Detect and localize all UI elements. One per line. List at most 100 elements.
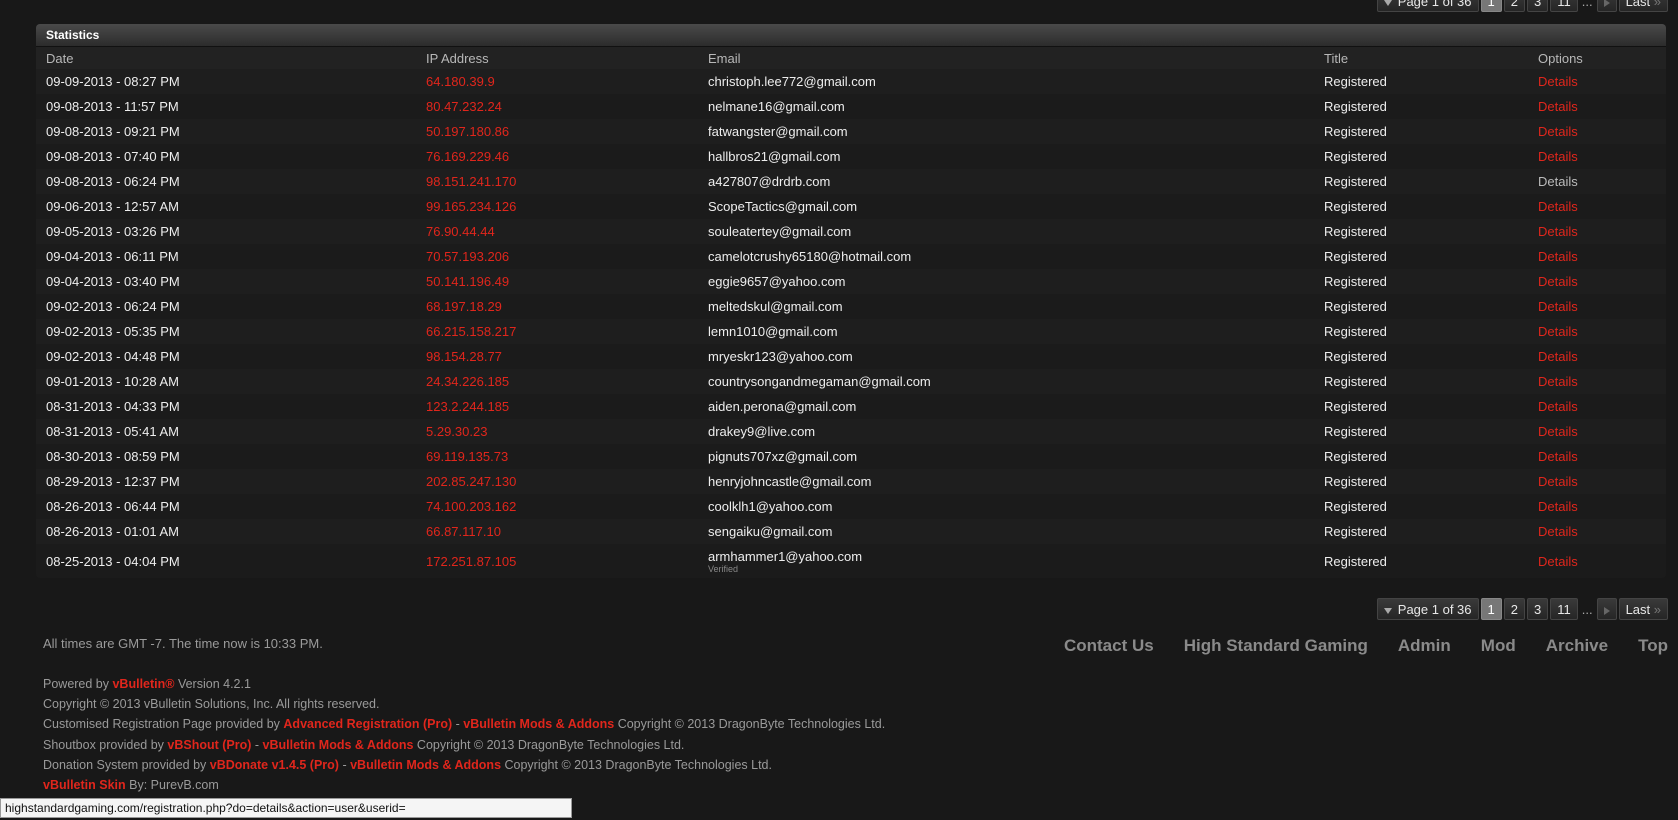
options-cell: Details xyxy=(1528,269,1666,294)
mods-addons-link[interactable]: vBulletin Mods & Addons xyxy=(463,717,614,731)
details-link[interactable]: Details xyxy=(1538,224,1578,239)
details-link[interactable]: Details xyxy=(1538,324,1578,339)
email-cell: countrysongandmegaman@gmail.com xyxy=(698,369,1314,394)
vbulletin-link[interactable]: vBulletin® xyxy=(112,677,174,691)
page-link-2[interactable]: 2 xyxy=(1503,0,1525,12)
vbulletin-skin-link[interactable]: vBulletin Skin xyxy=(43,778,126,792)
table-row: 09-08-2013 - 06:24 PM 98.151.241.170 a4278… xyxy=(36,169,1666,194)
mods-addons-link[interactable]: vBulletin Mods & Addons xyxy=(263,738,414,752)
date-cell: 08-31-2013 - 05:41 AM xyxy=(36,419,416,444)
page-link-1[interactable]: 1 xyxy=(1480,598,1502,620)
date-cell: 09-08-2013 - 09:21 PM xyxy=(36,119,416,144)
details-link[interactable]: Details xyxy=(1538,524,1578,539)
copyright-line: Copyright © 2013 vBulletin Solutions, In… xyxy=(43,697,380,712)
date-cell: 08-25-2013 - 04:04 PM xyxy=(36,544,416,578)
page-select-button[interactable]: Page 1 of 36 xyxy=(1376,0,1479,12)
details-link[interactable]: Details xyxy=(1538,174,1578,189)
details-link[interactable]: Details xyxy=(1538,299,1578,314)
footer-link-top[interactable]: Top xyxy=(1638,636,1668,656)
date-cell: 09-01-2013 - 10:28 AM xyxy=(36,369,416,394)
caret-down-icon xyxy=(1383,0,1392,6)
email-text: camelotcrushy65180@hotmail.com xyxy=(708,249,912,264)
date-cell: 08-29-2013 - 12:37 PM xyxy=(36,469,416,494)
ip-cell: 74.100.203.162 xyxy=(416,494,698,519)
table-header-row: Date IP Address Email Title Options xyxy=(36,47,1666,69)
title-cell: Registered xyxy=(1314,319,1528,344)
page-link-3[interactable]: 3 xyxy=(1526,0,1549,12)
date-cell: 09-08-2013 - 11:57 PM xyxy=(36,94,416,119)
details-link[interactable]: Details xyxy=(1538,449,1578,464)
table-row: 09-02-2013 - 04:48 PM 98.154.28.77 mryeskr… xyxy=(36,344,1666,369)
footer-link-contact[interactable]: Contact Us xyxy=(1064,636,1154,656)
table-row: 08-25-2013 - 04:04 PM 172.251.87.105 armha… xyxy=(36,544,1666,578)
ip-cell: 24.34.226.185 xyxy=(416,369,698,394)
date-cell: 08-26-2013 - 01:01 AM xyxy=(36,519,416,544)
details-link[interactable]: Details xyxy=(1538,249,1578,264)
page-link-11[interactable]: 11 xyxy=(1550,0,1578,12)
table-row: 09-08-2013 - 11:57 PM 80.47.232.24 nelmane… xyxy=(36,94,1666,119)
vbdonate-link[interactable]: vBDonate v1.4.5 (Pro) xyxy=(210,758,339,772)
details-link[interactable]: Details xyxy=(1538,349,1578,364)
email-text: fatwangster@gmail.com xyxy=(708,124,848,139)
date-cell: 09-02-2013 - 04:48 PM xyxy=(36,344,416,369)
email-cell: sengaiku@gmail.com xyxy=(698,519,1314,544)
footer-link-admin[interactable]: Admin xyxy=(1398,636,1451,656)
email-cell: coolklh1@yahoo.com xyxy=(698,494,1314,519)
page-link-2[interactable]: 2 xyxy=(1503,598,1525,620)
title-cell: Registered xyxy=(1314,169,1528,194)
details-link[interactable]: Details xyxy=(1538,74,1578,89)
footer-link-mod[interactable]: Mod xyxy=(1481,636,1516,656)
ip-cell: 98.151.241.170 xyxy=(416,169,698,194)
last-page-button[interactable]: Last » xyxy=(1618,598,1668,620)
email-text: eggie9657@yahoo.com xyxy=(708,274,846,289)
title-cell: Registered xyxy=(1314,94,1528,119)
options-cell: Details xyxy=(1528,144,1666,169)
page-link-1[interactable]: 1 xyxy=(1480,0,1502,12)
details-link[interactable]: Details xyxy=(1538,99,1578,114)
details-link[interactable]: Details xyxy=(1538,424,1578,439)
details-link[interactable]: Details xyxy=(1538,554,1578,569)
mods-addons-link[interactable]: vBulletin Mods & Addons xyxy=(350,758,501,772)
title-cell: Registered xyxy=(1314,494,1528,519)
details-link[interactable]: Details xyxy=(1538,199,1578,214)
footer-link-home[interactable]: High Standard Gaming xyxy=(1184,636,1368,656)
page-link-11[interactable]: 11 xyxy=(1550,598,1578,620)
next-page-button[interactable] xyxy=(1596,0,1617,12)
page-select-button[interactable]: Page 1 of 36 xyxy=(1376,598,1479,620)
details-link[interactable]: Details xyxy=(1538,149,1578,164)
details-link[interactable]: Details xyxy=(1538,399,1578,414)
details-link[interactable]: Details xyxy=(1538,474,1578,489)
next-page-button[interactable] xyxy=(1596,598,1617,620)
options-cell: Details xyxy=(1528,444,1666,469)
title-cell: Registered xyxy=(1314,269,1528,294)
email-text: ScopeTactics@gmail.com xyxy=(708,199,858,214)
double-arrow-icon: » xyxy=(1653,602,1661,617)
email-cell: ScopeTactics@gmail.com xyxy=(698,194,1314,219)
next-arrow-icon xyxy=(1603,0,1610,7)
email-text: lemn1010@gmail.com xyxy=(708,324,838,339)
email-cell: camelotcrushy65180@hotmail.com xyxy=(698,244,1314,269)
email-text: hallbros21@gmail.com xyxy=(708,149,841,164)
details-link[interactable]: Details xyxy=(1538,499,1578,514)
page-link-3[interactable]: 3 xyxy=(1526,598,1549,620)
details-link[interactable]: Details xyxy=(1538,374,1578,389)
email-text: nelmane16@gmail.com xyxy=(708,99,845,114)
details-link[interactable]: Details xyxy=(1538,124,1578,139)
vbshout-link[interactable]: vBShout (Pro) xyxy=(167,738,251,752)
ip-cell: 70.57.193.206 xyxy=(416,244,698,269)
last-page-button[interactable]: Last » xyxy=(1618,0,1668,12)
page-ellipsis: ... xyxy=(1581,601,1593,617)
column-title: Title xyxy=(1314,47,1528,69)
title-cell: Registered xyxy=(1314,444,1528,469)
ip-cell: 98.154.28.77 xyxy=(416,344,698,369)
caret-down-icon xyxy=(1383,607,1392,614)
table-row: 08-29-2013 - 12:37 PM 202.85.247.130 henry… xyxy=(36,469,1666,494)
footer-link-archive[interactable]: Archive xyxy=(1546,636,1608,656)
details-link[interactable]: Details xyxy=(1538,274,1578,289)
advanced-registration-link[interactable]: Advanced Registration (Pro) xyxy=(283,717,452,731)
email-text: henryjohncastle@gmail.com xyxy=(708,474,872,489)
ip-cell: 50.141.196.49 xyxy=(416,269,698,294)
email-cell: mryeskr123@yahoo.com xyxy=(698,344,1314,369)
options-cell: Details xyxy=(1528,544,1666,578)
timezone-note: All times are GMT -7. The time now is 10… xyxy=(43,636,323,651)
